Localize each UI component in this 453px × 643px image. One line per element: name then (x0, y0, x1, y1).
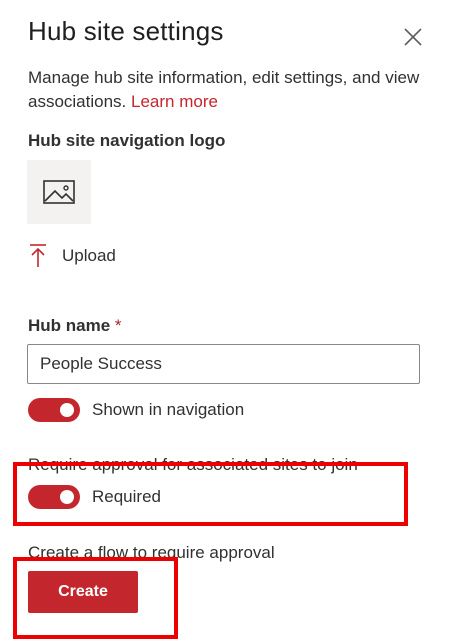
panel-title: Hub site settings (28, 16, 224, 46)
logo-preview[interactable] (27, 160, 91, 224)
logo-section-label: Hub site navigation logo (28, 131, 226, 150)
toggle-knob (60, 403, 74, 417)
toggle-knob (60, 490, 74, 504)
image-placeholder-icon (43, 180, 75, 204)
close-button[interactable] (400, 24, 426, 50)
create-flow-button[interactable]: Create (28, 571, 138, 613)
description-text: Manage hub site information, edit settin… (28, 68, 420, 111)
panel-description: Manage hub site information, edit settin… (28, 66, 428, 114)
learn-more-link[interactable]: Learn more (131, 92, 218, 111)
upload-label: Upload (62, 246, 116, 265)
navigation-toggle-row: Shown in navigation (28, 398, 244, 422)
approval-toggle-row: Required (28, 485, 161, 509)
close-icon (404, 28, 422, 46)
required-label: Required (92, 487, 161, 506)
hub-name-label-text: Hub name (28, 316, 111, 335)
required-marker: * (114, 316, 122, 335)
upload-button[interactable]: Upload (28, 243, 116, 269)
create-flow-label: Create a flow to require approval (28, 543, 275, 562)
upload-arrow-icon (30, 244, 46, 267)
shown-in-navigation-label: Shown in navigation (92, 400, 245, 419)
hub-name-label: Hub name * (28, 316, 122, 336)
hub-site-settings-panel: Hub site settings Manage hub site inform… (0, 0, 453, 643)
approval-label: Require approval for associated sites to… (28, 455, 358, 474)
shown-in-navigation-toggle[interactable] (28, 398, 80, 422)
require-approval-toggle[interactable] (28, 485, 80, 509)
hub-name-input[interactable] (27, 344, 420, 384)
